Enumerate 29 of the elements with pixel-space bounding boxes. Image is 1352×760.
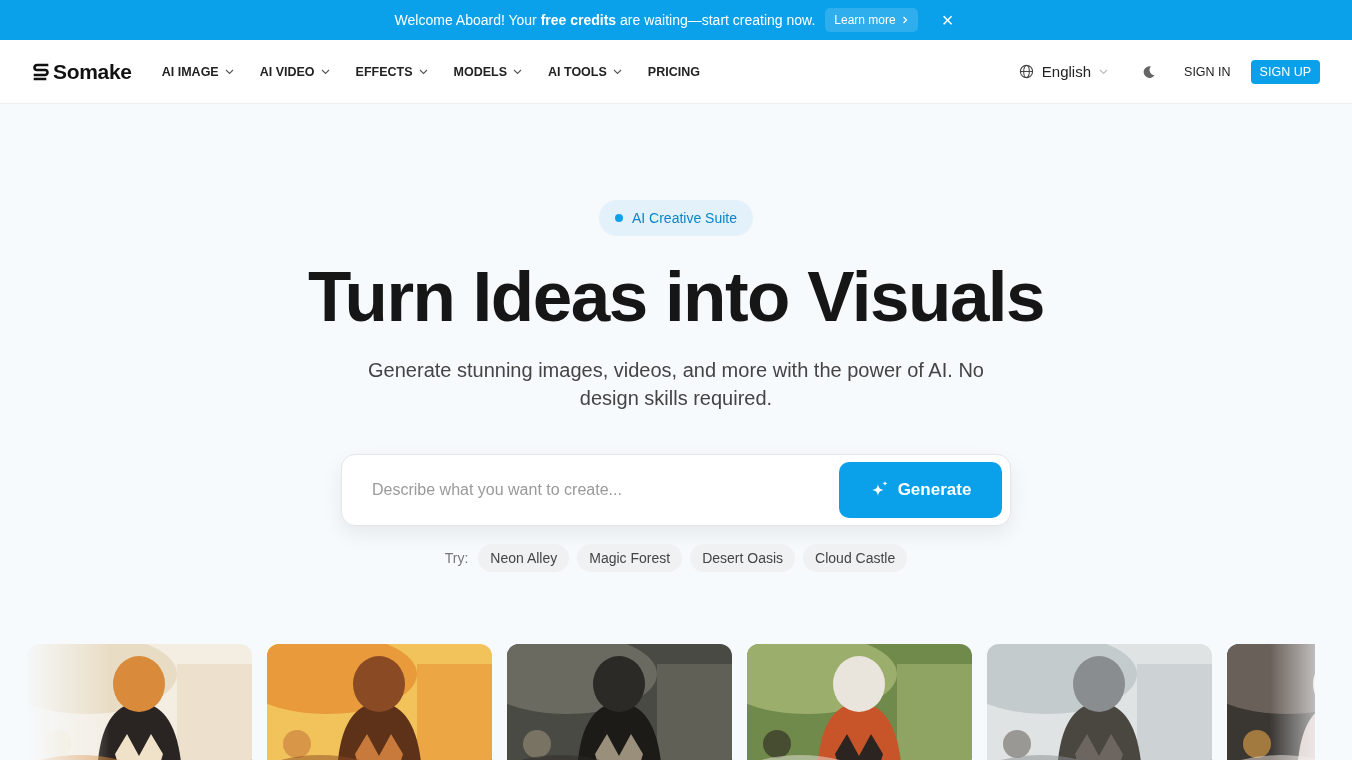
badge: AI Creative Suite xyxy=(598,200,754,236)
suggestion-chip[interactable]: Magic Forest xyxy=(577,544,683,572)
nav-link[interactable]: PRICING xyxy=(647,64,700,79)
nav-link[interactable]: AI IMAGE xyxy=(161,64,234,79)
chevron-down-icon xyxy=(320,68,330,75)
suggestion-chip[interactable]: Cloud Castle xyxy=(803,544,908,572)
suggestion-chip[interactable]: Desert Oasis xyxy=(690,544,796,572)
logo-text[interactable]: Somake xyxy=(53,59,132,84)
chevron-down-icon xyxy=(418,68,428,75)
suggestion-chip[interactable]: Neon Alley xyxy=(478,544,570,572)
chevron-right-icon xyxy=(900,15,909,25)
logo-icon xyxy=(32,61,50,82)
language-selector[interactable]: English xyxy=(1014,59,1113,84)
sign-in-link[interactable]: SIGN IN xyxy=(1184,64,1231,79)
nav-link[interactable]: MODELS xyxy=(453,64,522,79)
nav-link[interactable]: EFFECTS xyxy=(355,64,428,79)
chevron-down-icon xyxy=(612,68,622,75)
banner-text: Welcome Aboard! Your free credits are waiting—start creating now. xyxy=(394,12,816,28)
hero-subtitle: Generate stunning images, videos, and more with the power of AI. No design skills required. xyxy=(367,358,985,411)
try-label: Try: xyxy=(444,550,469,566)
moon-icon xyxy=(1142,64,1157,79)
chevron-down-icon xyxy=(1099,68,1109,75)
chevron-down-icon xyxy=(224,68,234,75)
chevron-down-icon xyxy=(513,68,522,75)
dot-icon xyxy=(614,214,623,222)
nav-link[interactable]: AI TOOLS xyxy=(548,64,622,79)
hero-title: Turn Ideas into Visuals xyxy=(307,256,1045,338)
nav-link[interactable]: AI VIDEO xyxy=(259,64,330,79)
globe-icon xyxy=(1018,64,1034,79)
